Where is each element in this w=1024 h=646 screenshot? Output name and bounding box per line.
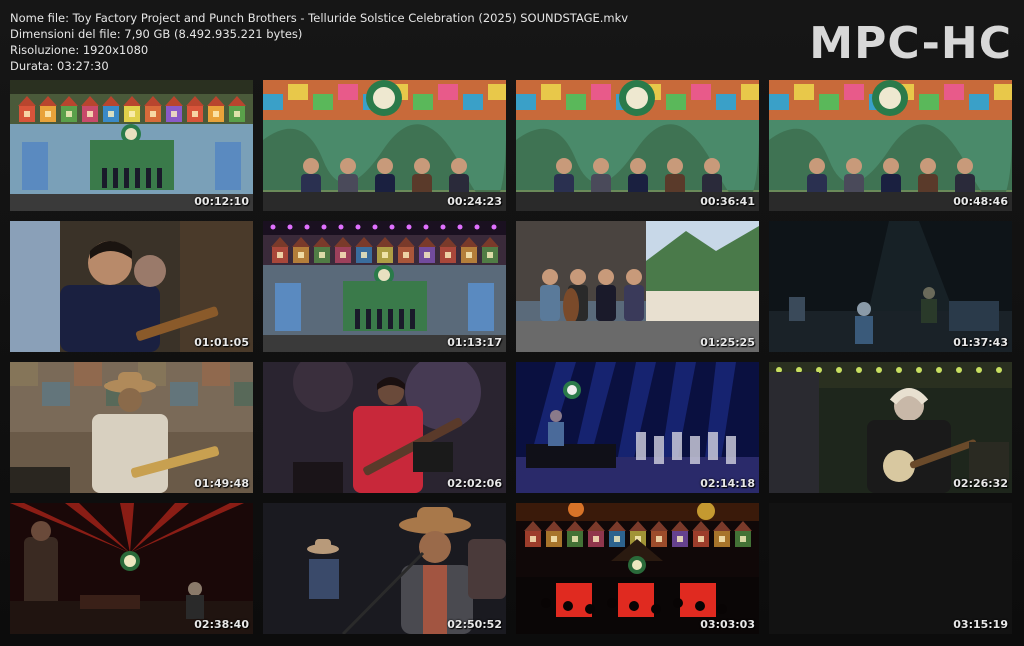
video-thumbnail[interactable]: 01:37:43 [769, 221, 1012, 352]
video-thumbnail[interactable]: 01:13:17 [263, 221, 506, 352]
thumbnail-image [516, 80, 759, 211]
thumbnail-timestamp: 03:15:19 [953, 618, 1008, 631]
video-thumbnail[interactable]: 00:48:46 [769, 80, 1012, 211]
thumbnail-image [769, 503, 1012, 634]
video-thumbnail[interactable]: 02:50:52 [263, 503, 506, 634]
resolution-text: Risoluzione: 1920x1080 [10, 43, 149, 57]
filesize-text: Dimensioni del file: 7,90 GB (8.492.935.… [10, 27, 303, 41]
thumbnail-timestamp: 01:13:17 [447, 336, 502, 349]
file-info: Nome file: Toy Factory Project and Punch… [10, 10, 628, 74]
thumbnail-image [263, 503, 506, 634]
thumbnail-timestamp: 00:36:41 [700, 195, 755, 208]
mpc-hc-logo: MPC-HC [809, 18, 1012, 69]
thumbnail-timestamp: 02:38:40 [194, 618, 249, 631]
thumbnail-image [10, 503, 253, 634]
thumbnail-image [263, 221, 506, 352]
thumbnail-image [10, 80, 253, 211]
video-thumbnail[interactable]: 00:24:23 [263, 80, 506, 211]
thumbnail-timestamp: 00:24:23 [447, 195, 502, 208]
thumbnail-image [769, 221, 1012, 352]
duration-text: Durata: 03:27:30 [10, 59, 109, 73]
thumbnail-image [769, 362, 1012, 493]
thumbnail-timestamp: 00:48:46 [953, 195, 1008, 208]
video-thumbnail[interactable]: 01:25:25 [516, 221, 759, 352]
thumbnail-timestamp: 02:02:06 [447, 477, 502, 490]
thumbnail-timestamp: 03:03:03 [700, 618, 755, 631]
video-thumbnail[interactable]: 02:26:32 [769, 362, 1012, 493]
video-thumbnail[interactable]: 02:38:40 [10, 503, 253, 634]
thumbnail-image [769, 80, 1012, 211]
video-thumbnail[interactable]: 02:14:18 [516, 362, 759, 493]
thumbnail-timestamp: 00:12:10 [194, 195, 249, 208]
thumbnail-image [516, 503, 759, 634]
thumbnail-image [10, 362, 253, 493]
thumbnail-timestamp: 01:49:48 [194, 477, 249, 490]
video-thumbnail[interactable]: 01:49:48 [10, 362, 253, 493]
thumbnail-image [263, 80, 506, 211]
video-thumbnail[interactable]: 00:12:10 [10, 80, 253, 211]
thumbnail-timestamp: 01:37:43 [953, 336, 1008, 349]
filename-text: Nome file: Toy Factory Project and Punch… [10, 11, 629, 25]
thumbnail-timestamp: 01:01:05 [194, 336, 249, 349]
thumbnail-image [263, 362, 506, 493]
thumbnail-image [516, 221, 759, 352]
thumbnail-timestamp: 02:14:18 [700, 477, 755, 490]
video-thumbnail[interactable]: 00:36:41 [516, 80, 759, 211]
thumbnail-image [516, 362, 759, 493]
thumbnail-timestamp: 02:50:52 [447, 618, 502, 631]
thumbnail-timestamp: 02:26:32 [953, 477, 1008, 490]
video-thumbnail[interactable]: 03:03:03 [516, 503, 759, 634]
video-thumbnail[interactable]: 01:01:05 [10, 221, 253, 352]
thumbnail-timestamp: 01:25:25 [700, 336, 755, 349]
video-thumbnail[interactable]: 03:15:19 [769, 503, 1012, 634]
video-thumbnail[interactable]: 02:02:06 [263, 362, 506, 493]
thumbnail-image [10, 221, 253, 352]
